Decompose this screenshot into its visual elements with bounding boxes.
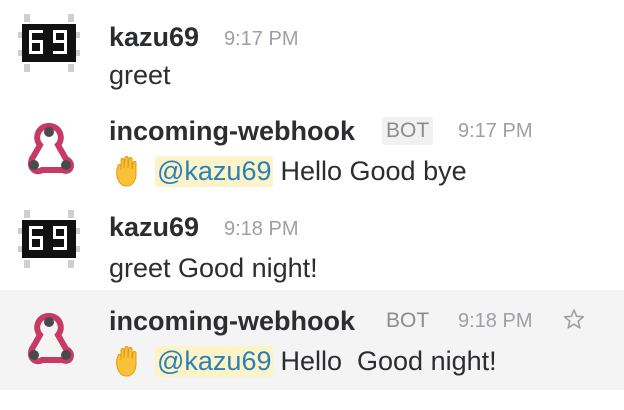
avatar-kazu69[interactable] (18, 12, 80, 74)
message-text: greet Good night! (109, 250, 318, 286)
star-icon[interactable] (563, 308, 585, 330)
user-mention-link[interactable]: @kazu69 (155, 155, 274, 187)
bot-badge: BOT (386, 309, 430, 332)
message-text: greet (109, 58, 171, 92)
raised-hand-emoji-icon (116, 346, 137, 377)
message-timestamp[interactable]: 9:17 PM (224, 28, 298, 51)
message-body-text: Hello Good bye (280, 155, 467, 186)
message-timestamp[interactable]: 9:17 PM (458, 120, 532, 143)
message-text: @kazu69 Hello Good night! (111, 343, 497, 379)
message-body-text: Hello Good night! (280, 345, 497, 376)
message-item: incoming-webhook BOT 9:18 PM @kazu69 Hel… (0, 290, 624, 390)
bot-badge: BOT (382, 117, 434, 145)
message-timestamp[interactable]: 9:18 PM (458, 310, 532, 333)
user-mention-link[interactable]: @kazu69 (155, 345, 274, 377)
message-item: incoming-webhook BOT 9:17 PM @kazu69 Hel… (0, 100, 624, 200)
webhook-logo-icon[interactable] (18, 308, 80, 370)
webhook-logo-icon[interactable] (18, 118, 80, 180)
author-name[interactable]: kazu69 (109, 212, 199, 243)
author-name[interactable]: incoming-webhook (109, 306, 355, 337)
message-timestamp[interactable]: 9:18 PM (224, 218, 298, 241)
raised-hand-emoji-icon (116, 156, 137, 187)
message-text: @kazu69 Hello Good bye (111, 153, 467, 189)
author-name[interactable]: incoming-webhook (109, 116, 355, 147)
message-feed: kazu69 9:17 PM greet incoming-webhook BO… (0, 0, 624, 410)
message-item: kazu69 9:18 PM greet Good night! (0, 200, 624, 290)
message-body-text: greet Good night! (109, 252, 318, 283)
message-item: kazu69 9:17 PM greet (0, 0, 624, 100)
avatar-kazu69[interactable] (18, 208, 80, 270)
message-body-text: greet (109, 59, 171, 90)
author-name[interactable]: kazu69 (109, 22, 199, 53)
